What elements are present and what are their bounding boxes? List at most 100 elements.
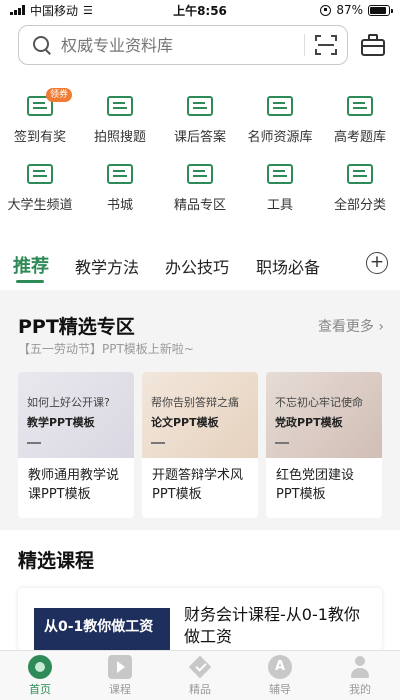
shortcut-label: 书城: [106, 198, 133, 213]
shortcut-grid: 领券 签到有奖 拍照搜题 课后答案 名师资源库 高考题库 大学生频道 书城 精品…: [0, 70, 400, 230]
profile-icon: [348, 655, 372, 679]
tab-teaching-methods[interactable]: 教学方法: [75, 254, 139, 278]
course-card[interactable]: 从0-1教你做工资 财务会计课程-从0-1教你做工资: [18, 588, 382, 650]
category-tabs: 推荐 教学方法 办公技巧 职场必备 +: [0, 230, 400, 290]
tab-overflow-fade: [330, 254, 356, 278]
battery-percent: 87%: [336, 3, 363, 17]
header: [0, 20, 400, 70]
shortcut-teacher-resources[interactable]: 名师资源库: [244, 96, 316, 145]
document-icon: [107, 164, 133, 184]
shortcut-label: 工具: [266, 198, 293, 213]
nav-label: 精品: [189, 683, 211, 696]
shortcut-label: 全部分类: [333, 198, 386, 213]
shortcut-label: 拍照搜题: [93, 130, 146, 145]
active-tab-indicator: [16, 280, 44, 283]
signal-icon: [10, 5, 25, 15]
document-icon: [267, 96, 293, 116]
ppt-card[interactable]: 如何上好公开课? 教学PPT模板 教师通用教学说课PPT模板: [18, 372, 134, 518]
gem-icon: [188, 655, 212, 679]
section-title: PPT精选专区: [18, 316, 135, 338]
status-right: 87%: [320, 3, 393, 17]
ppt-thumbnail: 如何上好公开课? 教学PPT模板: [18, 372, 134, 458]
search-icon: [31, 34, 53, 56]
home-icon: [28, 655, 52, 679]
search-box[interactable]: [18, 25, 348, 65]
nav-tutoring[interactable]: A 辅导: [250, 655, 310, 697]
shortcut-college-channel[interactable]: 大学生频道: [4, 164, 76, 213]
ppt-section: PPT精选专区 查看更多 › 【五一劳动节】PPT模板上新啦~ 如何上好公开课?…: [0, 290, 400, 530]
carrier-label: 中国移动: [30, 3, 79, 18]
shortcut-bookstore[interactable]: 书城: [84, 164, 156, 213]
briefcase-icon[interactable]: [360, 33, 386, 57]
course-thumbnail: 从0-1教你做工资: [34, 608, 170, 650]
nav-label: 首页: [29, 683, 51, 696]
ppt-card-title: 教师通用教学说课PPT模板: [28, 468, 120, 502]
add-tab-button[interactable]: +: [366, 252, 388, 274]
shortcut-label: 名师资源库: [247, 130, 313, 145]
nav-label: 课程: [109, 683, 131, 696]
search-input[interactable]: [61, 35, 294, 55]
nav-premium[interactable]: 精品: [170, 655, 230, 697]
thumb-bar: [275, 442, 289, 444]
coupon-badge: 领券: [46, 88, 73, 102]
document-icon: [187, 164, 213, 184]
thumb-line-2: 党政PPT模板: [275, 416, 343, 429]
tab-recommended[interactable]: 推荐: [13, 252, 49, 278]
shortcut-all-categories[interactable]: 全部分类: [324, 164, 396, 213]
document-icon: [347, 96, 373, 116]
thumb-bar: [27, 442, 41, 444]
ppt-card-title: 红色党团建设PPT模板: [276, 468, 355, 502]
shortcut-homework-answers[interactable]: 课后答案: [164, 96, 236, 145]
courses-section: 精选课程 从0-1教你做工资 财务会计课程-从0-1教你做工资: [0, 530, 400, 650]
tutor-icon: A: [268, 655, 292, 679]
wifi-icon: ☰: [83, 3, 93, 17]
document-icon: [267, 164, 293, 184]
battery-fill: [370, 6, 386, 14]
see-more-label: 查看更多: [317, 319, 374, 335]
shortcut-premium-zone[interactable]: 精品专区: [164, 164, 236, 213]
document-icon: [187, 96, 213, 116]
course-title: 财务会计课程-从0-1教你做工资: [184, 605, 360, 646]
thumb-line-1: 帮你告别答辩之痛: [151, 396, 239, 409]
thumb-line-1: 不忘初心牢记使命: [275, 396, 363, 409]
nav-courses[interactable]: 课程: [90, 655, 150, 697]
document-icon: [107, 96, 133, 116]
ppt-thumbnail: 不忘初心牢记使命 党政PPT模板: [266, 372, 382, 458]
battery-icon: [368, 4, 393, 16]
orientation-lock-icon: [320, 4, 332, 16]
thumb-line-2: 教学PPT模板: [27, 416, 95, 429]
search-divider: [304, 34, 305, 56]
see-more-link[interactable]: 查看更多 ›: [318, 316, 384, 336]
shortcut-sign-in[interactable]: 领券 签到有奖: [4, 88, 76, 145]
section-subtitle: 【五一劳动节】PPT模板上新啦~: [18, 342, 194, 356]
tab-office-skills[interactable]: 办公技巧: [165, 254, 229, 278]
thumb-line-2: 论文PPT模板: [151, 416, 219, 429]
thumb-bar: [151, 442, 165, 444]
play-icon: [108, 655, 132, 679]
ppt-card-title: 开题答辩学术风PPT模板: [152, 468, 244, 502]
nav-home[interactable]: 首页: [10, 655, 70, 697]
shortcut-label: 精品专区: [173, 198, 226, 213]
ppt-card[interactable]: 帮你告别答辩之痛 论文PPT模板 开题答辩学术风PPT模板: [142, 372, 258, 518]
bottom-nav: 首页 课程 精品 A 辅导 我的: [0, 650, 400, 700]
document-icon: [27, 164, 53, 184]
ppt-card[interactable]: 不忘初心牢记使命 党政PPT模板 红色党团建设PPT模板: [266, 372, 382, 518]
shortcut-gaokao-bank[interactable]: 高考题库: [324, 96, 396, 145]
chevron-right-icon: ›: [378, 319, 384, 335]
document-icon: [347, 164, 373, 184]
status-left: 中国移动 ☰: [10, 2, 320, 19]
shortcut-photo-search[interactable]: 拍照搜题: [84, 96, 156, 145]
tab-workplace-essentials[interactable]: 职场必备: [256, 254, 320, 278]
nav-profile[interactable]: 我的: [330, 655, 390, 697]
shortcut-tools[interactable]: 工具: [244, 164, 316, 213]
scan-icon[interactable]: [315, 35, 337, 55]
nav-label: 我的: [349, 683, 371, 696]
thumb-line-1: 如何上好公开课?: [27, 396, 110, 409]
shortcut-label: 签到有奖: [13, 130, 66, 145]
shortcut-label: 大学生频道: [7, 198, 73, 213]
ppt-thumbnail: 帮你告别答辩之痛 论文PPT模板: [142, 372, 258, 458]
status-bar: 中国移动 ☰ 上午8:56 87%: [0, 0, 400, 20]
shortcut-label: 高考题库: [333, 130, 386, 145]
shortcut-label: 课后答案: [173, 130, 226, 145]
nav-label: 辅导: [269, 683, 291, 696]
